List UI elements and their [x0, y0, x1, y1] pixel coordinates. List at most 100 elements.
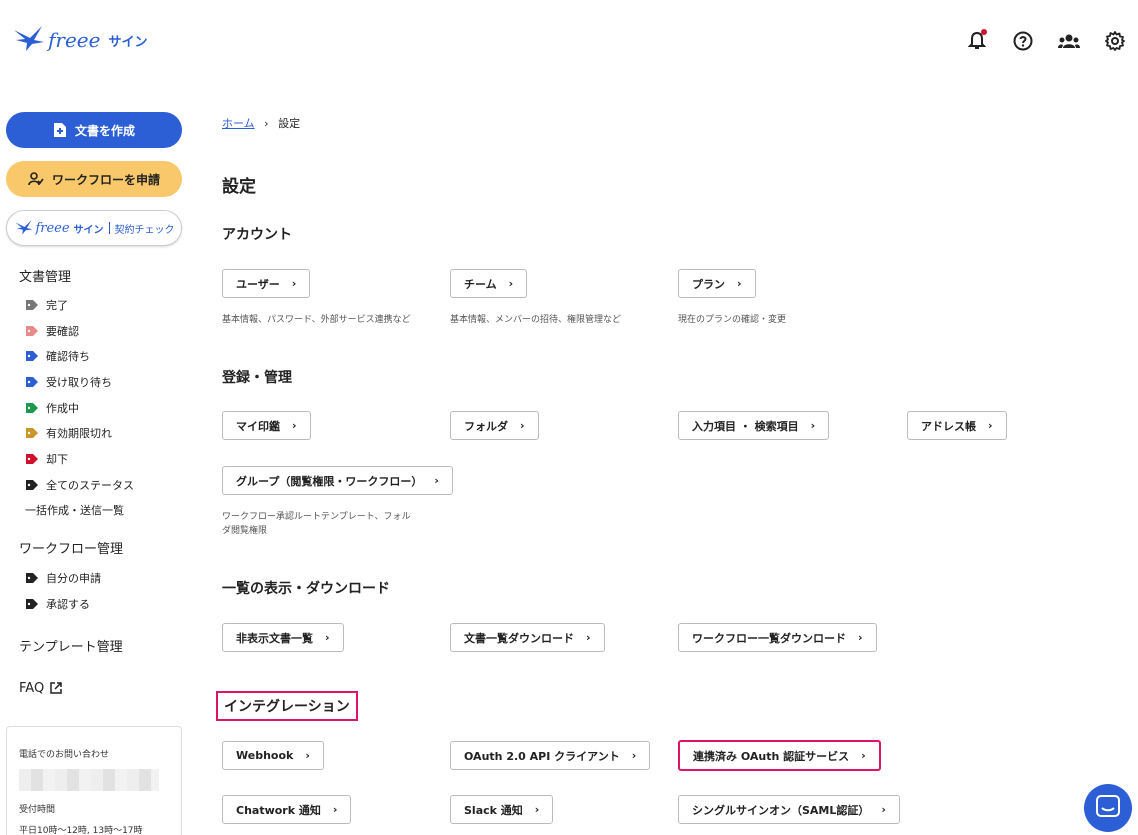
chat-support-button[interactable]	[1084, 784, 1132, 832]
webhook-button[interactable]: Webhook ›	[222, 741, 324, 770]
tag-icon	[26, 573, 38, 584]
status-item[interactable]: 作成中	[26, 395, 182, 421]
group-settings-description-line-2: ダ閲覧権限	[222, 526, 268, 536]
hidden-documents-label: 非表示文書一覧	[236, 631, 313, 645]
workflow-list-download-button[interactable]: ワークフロー一覧ダウンロード ›	[678, 623, 877, 652]
input-search-fields-label: 入力項目 ・ 検索項目	[692, 419, 799, 433]
status-item[interactable]: 完了	[26, 292, 182, 318]
tag-icon	[26, 598, 38, 609]
oauth-api-client-button[interactable]: OAuth 2.0 API クライアント ›	[450, 741, 651, 770]
hidden-documents-button[interactable]: 非表示文書一覧 ›	[222, 623, 344, 652]
chevron-right-icon: ›	[291, 277, 297, 290]
breadcrumb-home-link[interactable]: ホーム	[222, 117, 255, 130]
chevron-right-icon: ›	[508, 277, 514, 290]
tag-icon	[26, 453, 38, 464]
settings-gear-icon[interactable]	[1102, 28, 1128, 54]
document-management-heading: 文書管理	[19, 270, 72, 285]
register-section-title: 登録・管理	[222, 370, 292, 386]
create-document-button[interactable]: 文書を作成	[6, 112, 182, 148]
bulk-send-list-link[interactable]: 一括作成・送信一覧	[25, 498, 182, 524]
plan-settings-label: プラン	[692, 277, 725, 291]
template-management-link[interactable]: テンプレート管理	[19, 636, 182, 655]
bird-logo-icon	[12, 24, 46, 56]
contract-check-button[interactable]: freee サイン 契約チェック	[6, 210, 182, 246]
document-list-download-label: 文書一覧ダウンロード	[464, 631, 574, 645]
breadcrumb-separator: ›	[264, 117, 269, 130]
logo-sub-text: サイン	[108, 34, 148, 50]
contact-box: 電話でのお問い合わせ 受付時間 平日10時〜12時, 13時〜17時	[6, 726, 182, 835]
status-label: 確認待ち	[46, 350, 90, 364]
external-link-icon	[50, 682, 62, 694]
status-item[interactable]: 却下	[26, 446, 182, 472]
header-actions	[964, 28, 1128, 54]
apply-workflow-label: ワークフローを申請	[51, 172, 160, 187]
chevron-right-icon: ›	[881, 803, 886, 816]
folder-label: フォルダ	[464, 419, 508, 433]
status-label: 作成中	[46, 401, 79, 415]
workflow-list: 自分の申請承認する	[6, 565, 182, 616]
status-item[interactable]: 受け取り待ち	[26, 369, 182, 395]
status-label: 却下	[46, 452, 68, 466]
workflow-management-heading: ワークフロー管理	[19, 542, 124, 558]
status-label: 完了	[46, 298, 68, 312]
address-book-button[interactable]: アドレス帳 ›	[907, 411, 1007, 440]
chevron-right-icon: ›	[520, 419, 525, 432]
saml-sso-label: シングルサインオン（SAML認証）	[692, 803, 870, 817]
app-logo[interactable]: freee サイン	[12, 24, 148, 56]
notification-bell-icon[interactable]	[964, 28, 990, 54]
my-seal-button[interactable]: マイ印鑑 ›	[222, 411, 311, 440]
slack-notification-button[interactable]: Slack 通知 ›	[450, 795, 554, 824]
user-settings-button[interactable]: ユーザー ›	[222, 269, 311, 298]
status-item[interactable]: 有効期限切れ	[26, 420, 182, 446]
status-item[interactable]: 確認待ち	[26, 343, 182, 369]
help-icon[interactable]	[1010, 28, 1036, 54]
team-icon[interactable]	[1056, 28, 1082, 54]
input-search-fields-button[interactable]: 入力項目 ・ 検索項目 ›	[678, 411, 830, 440]
status-list: 完了要確認確認待ち受け取り待ち作成中有効期限切れ 却下全てのステータス	[6, 292, 182, 498]
chevron-right-icon: ›	[325, 631, 330, 644]
chevron-right-icon: ›	[858, 631, 863, 644]
folder-button[interactable]: フォルダ ›	[450, 411, 539, 440]
connected-oauth-services-button[interactable]: 連携済み OAuth 認証サービス ›	[678, 740, 881, 771]
tag-icon	[26, 479, 38, 490]
team-settings-button[interactable]: チーム ›	[450, 269, 528, 298]
status-label: 全てのステータス	[46, 478, 134, 492]
user-settings-description: 基本情報、パスワード、外部サービス連携など	[222, 315, 411, 325]
group-settings-label: グループ（閲覧権限・ワークフロー）	[236, 474, 423, 488]
create-document-label: 文書を作成	[74, 123, 135, 138]
oauth-api-client-label: OAuth 2.0 API クライアント	[464, 749, 620, 763]
group-settings-description: ワークフロー承認ルートテンプレート、フォル ダ閲覧権限	[222, 510, 411, 538]
workflow-item[interactable]: 自分の申請	[26, 565, 182, 591]
chatwork-notification-button[interactable]: Chatwork 通知 ›	[222, 795, 352, 824]
sidebar: 文書を作成 ワークフローを申請 freee サイン 契約チェック 文書管理 完了…	[6, 112, 182, 696]
address-book-label: アドレス帳	[921, 419, 976, 433]
status-label: 有効期限切れ	[46, 427, 112, 441]
tag-icon	[26, 376, 38, 387]
chevron-right-icon: ›	[292, 419, 297, 432]
integration-section-title: インテグレーション	[216, 691, 358, 721]
workflow-item[interactable]: 承認する	[26, 591, 182, 617]
status-item[interactable]: 全てのステータス	[26, 472, 182, 498]
phone-number-redacted	[19, 769, 159, 791]
faq-label: FAQ	[19, 680, 45, 696]
workflow-list-download-label: ワークフロー一覧ダウンロード	[692, 631, 846, 645]
plan-settings-button[interactable]: プラン ›	[678, 269, 756, 298]
team-settings-description: 基本情報、メンバーの招待、権限管理など	[450, 315, 622, 325]
chevron-right-icon: ›	[332, 803, 338, 816]
connected-oauth-services-label: 連携済み OAuth 認証サービス	[693, 749, 850, 763]
person-check-icon	[28, 172, 44, 186]
divider	[108, 222, 110, 234]
status-label: 要確認	[46, 324, 79, 338]
user-settings-label: ユーザー	[236, 277, 280, 291]
breadcrumb-current: 設定	[278, 117, 301, 130]
apply-workflow-button[interactable]: ワークフローを申請	[6, 161, 182, 197]
chevron-right-icon: ›	[861, 749, 866, 762]
group-settings-button[interactable]: グループ（閲覧権限・ワークフロー） ›	[222, 466, 453, 495]
faq-link[interactable]: FAQ	[19, 681, 182, 696]
document-list-download-button[interactable]: 文書一覧ダウンロード ›	[450, 623, 605, 652]
breadcrumb: ホーム › 設定	[222, 115, 300, 131]
status-item[interactable]: 要確認	[26, 318, 182, 344]
chevron-right-icon: ›	[737, 277, 742, 290]
workflow-item-label: 自分の申請	[46, 572, 101, 586]
saml-sso-button[interactable]: シングルサインオン（SAML認証） ›	[678, 795, 900, 824]
